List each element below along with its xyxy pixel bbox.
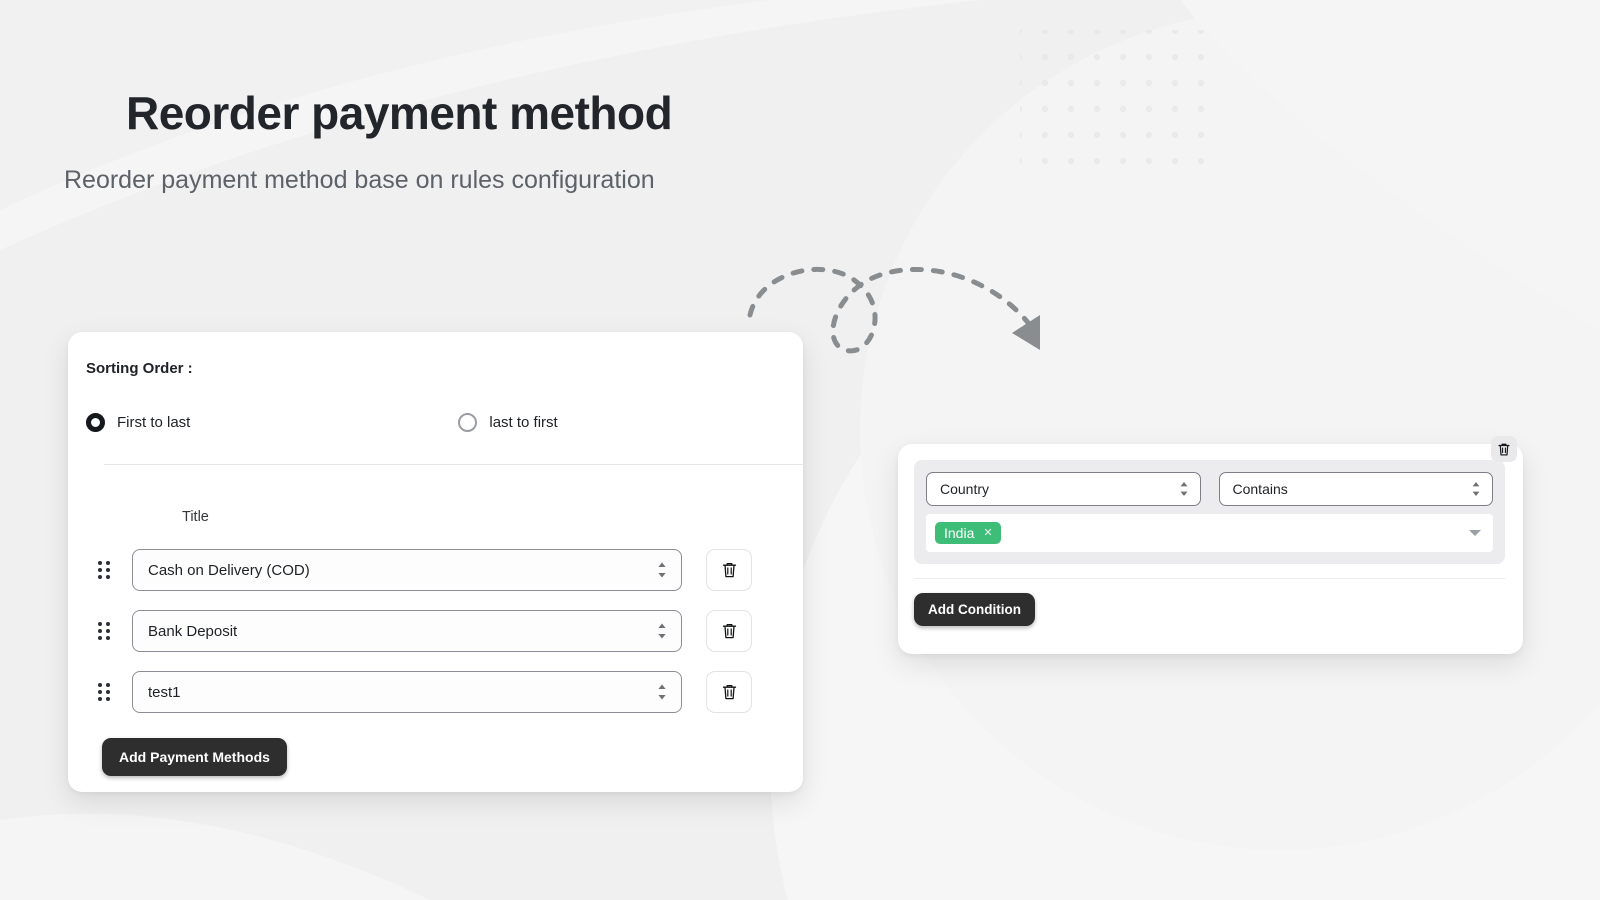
radio-indicator-last-to-first[interactable] [458, 413, 478, 432]
conditions-divider [914, 578, 1505, 579]
radio-option-first-to-last[interactable]: First to last [86, 413, 190, 432]
stepper-chevrons-icon [658, 623, 666, 639]
radio-label-last-to-first: last to first [489, 414, 558, 431]
condition-operator-select[interactable]: Contains [1218, 472, 1493, 506]
add-payment-methods-button[interactable]: Add Payment Methods [102, 738, 287, 776]
page-header: Reorder payment method Reorder payment m… [64, 86, 673, 195]
delete-payment-method-button-2[interactable] [706, 671, 752, 713]
payment-method-value-1: Bank Deposit [148, 622, 238, 640]
delete-payment-method-button-1[interactable] [706, 610, 752, 652]
chevron-down-icon[interactable] [1469, 530, 1481, 536]
payment-method-row: Bank Deposit [86, 608, 781, 654]
payment-method-select-1[interactable]: Bank Deposit [132, 610, 682, 652]
close-icon[interactable]: ✕ [983, 527, 992, 539]
card-divider [104, 464, 804, 465]
condition-value-multiselect[interactable]: India ✕ [926, 514, 1493, 552]
trash-icon [722, 623, 736, 639]
stepper-chevrons-icon [658, 684, 666, 700]
value-tag-india[interactable]: India ✕ [935, 522, 1001, 544]
payment-method-list: Cash on Delivery (COD) Bank Deposit test… [86, 547, 781, 715]
radio-option-last-to-first[interactable]: last to first [458, 413, 558, 432]
payment-method-select-0[interactable]: Cash on Delivery (COD) [132, 549, 682, 591]
sorting-order-radio-group: First to last last to first [86, 413, 781, 432]
sorting-order-label: Sorting Order : [86, 360, 193, 377]
trash-icon [722, 684, 736, 700]
payment-method-value-2: test1 [148, 683, 181, 701]
drag-handle-icon[interactable] [86, 683, 122, 701]
page-subtitle: Reorder payment method base on rules con… [64, 166, 655, 195]
drag-handle-icon[interactable] [86, 622, 122, 640]
payment-method-row: Cash on Delivery (COD) [86, 547, 781, 593]
condition-field-select[interactable]: Country [926, 472, 1201, 506]
condition-group: Country Contains India ✕ [914, 436, 1517, 564]
condition-operator-value: Contains [1232, 481, 1288, 497]
drag-handle-icon[interactable] [86, 561, 122, 579]
stepper-chevrons-icon [658, 562, 666, 578]
trash-icon [1498, 443, 1510, 456]
payment-method-row: test1 [86, 669, 781, 715]
payment-method-select-2[interactable]: test1 [132, 671, 682, 713]
condition-field-value: Country [940, 481, 990, 497]
stepper-chevrons-icon [1472, 482, 1480, 496]
delete-condition-group-button[interactable] [1491, 436, 1517, 462]
radio-label-first-to-last: First to last [117, 414, 191, 431]
page-title: Reorder payment method [126, 87, 673, 139]
payment-method-value-0: Cash on Delivery (COD) [148, 561, 310, 579]
add-condition-button[interactable]: Add Condition [914, 593, 1035, 626]
conditions-card: Country Contains India ✕ Add Condition [898, 436, 1523, 654]
sorting-order-card: Sorting Order : First to last last to fi… [68, 332, 804, 792]
delete-payment-method-button-0[interactable] [706, 549, 752, 591]
stepper-chevrons-icon [1180, 482, 1187, 496]
condition-selects-row: Country Contains [926, 472, 1493, 506]
trash-icon [722, 562, 736, 578]
radio-indicator-first-to-last[interactable] [86, 413, 105, 432]
value-tag-label: India [944, 525, 975, 541]
column-header-title: Title [182, 509, 209, 525]
